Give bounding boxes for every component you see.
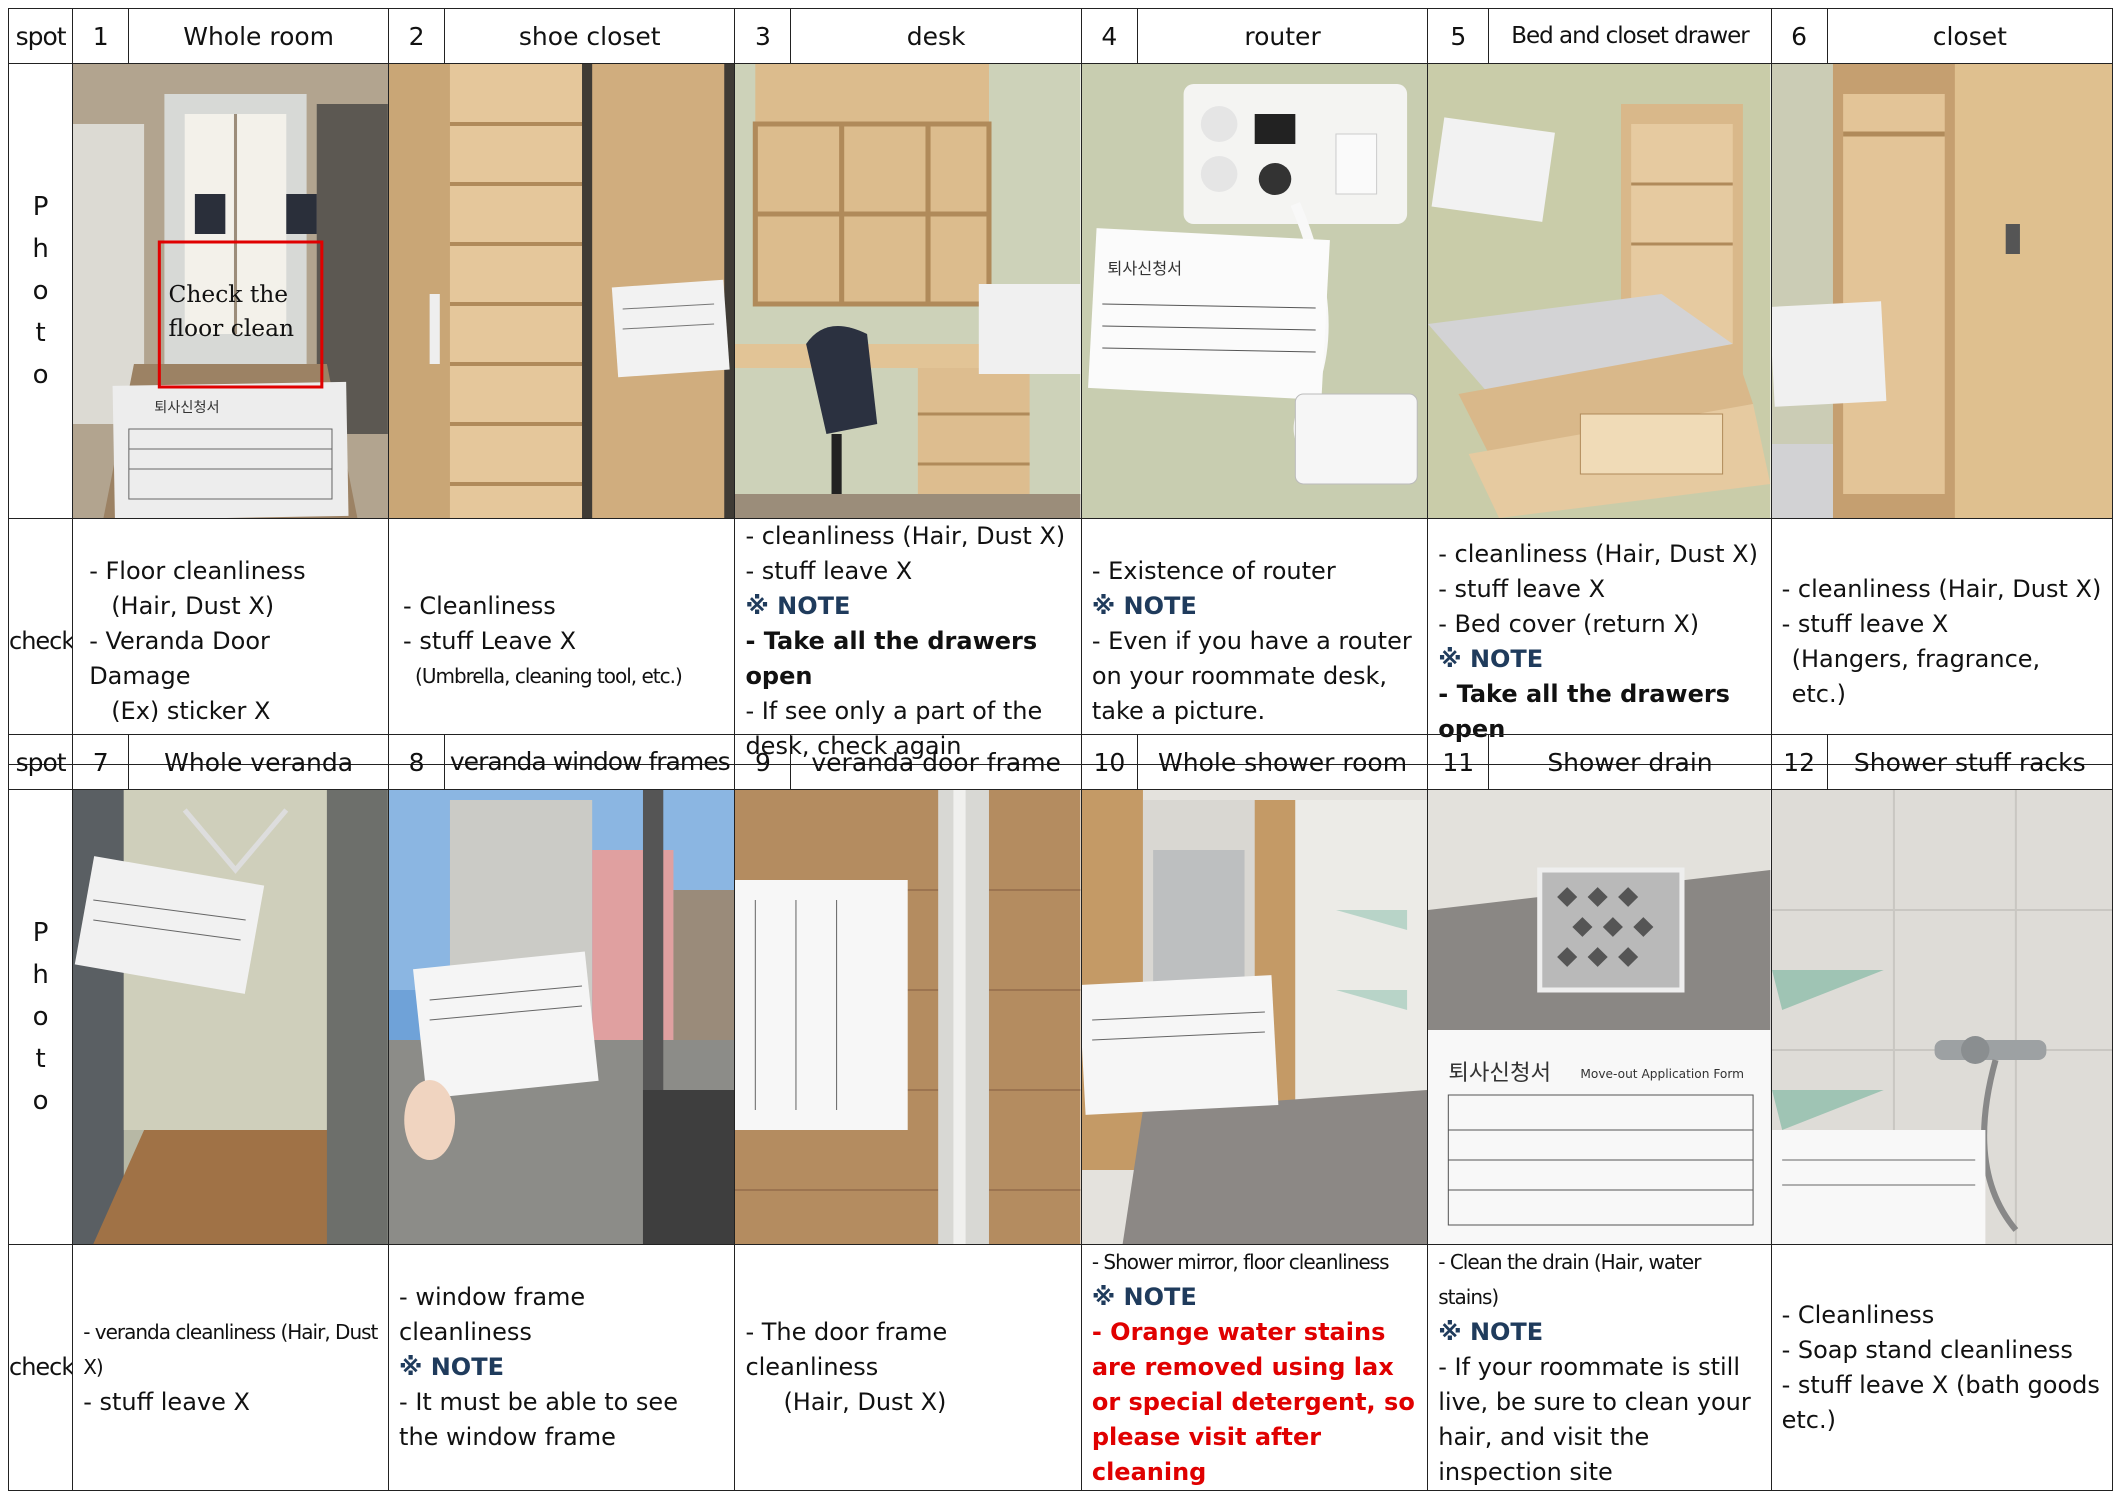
- check-label: check: [7, 518, 74, 765]
- check-cell: - veranda cleanliness (Hair, Dust X) - s…: [72, 1244, 390, 1491]
- photo-shower-racks: [1770, 789, 2113, 1245]
- photo-row: Photo 퇴사신청서 Check the floor clean 퇴사신청서: [7, 63, 2113, 519]
- spot-label: spot: [7, 734, 74, 790]
- photo-shower-drain: 퇴사신청서 Move-out Application Form: [1427, 789, 1772, 1245]
- spot-number: 10: [1080, 734, 1138, 790]
- spot-number: 9: [734, 734, 792, 790]
- check-row: check - Floor cleanliness (Hair, Dust X)…: [7, 518, 2113, 765]
- photo-bed-drawer: [1427, 63, 1772, 519]
- photo-whole-veranda: [72, 789, 390, 1245]
- spot-name: shoe closet: [444, 8, 736, 64]
- photo-label: Photo: [7, 789, 74, 1245]
- check-cell: - Floor cleanliness (Hair, Dust X) - Ver…: [72, 518, 390, 765]
- spot-number: 12: [1770, 734, 1828, 790]
- spot-name: closet: [1826, 8, 2113, 64]
- spot-number: 4: [1080, 8, 1138, 64]
- checklist-table-bottom: spot 7 Whole veranda 8 veranda window fr…: [7, 734, 2113, 1491]
- photo-closet: [1770, 63, 2113, 519]
- check-cell: - cleanliness (Hair, Dust X) - stuff lea…: [734, 518, 1082, 765]
- spot-name: Whole shower room: [1136, 734, 1429, 790]
- spot-number: 5: [1427, 8, 1490, 64]
- check-cell: - Shower mirror, floor cleanliness ※ NOT…: [1080, 1244, 1429, 1491]
- photo-router: 퇴사신청서: [1080, 63, 1429, 519]
- svg-text:퇴사신청서: 퇴사신청서: [1449, 1060, 1552, 1086]
- header-row: spot 1 Whole room 2 shoe closet 3 desk 4…: [7, 8, 2113, 64]
- photo-label: Photo: [7, 63, 74, 519]
- photo-shower-room: [1080, 789, 1429, 1245]
- check-cell: - Existence of router ※ NOTE - Even if y…: [1080, 518, 1429, 765]
- photo-window-frames: [388, 789, 736, 1245]
- spot-label: spot: [7, 8, 74, 64]
- check-cell: - Cleanliness - stuff Leave X (Umbrella,…: [388, 518, 736, 765]
- spot-number: 11: [1427, 734, 1490, 790]
- spot-name: Whole veranda: [128, 734, 390, 790]
- spot-number: 6: [1770, 8, 1828, 64]
- spot-number: 1: [72, 8, 130, 64]
- checklist-table-top: spot 1 Whole room 2 shoe closet 3 desk 4…: [7, 8, 2113, 765]
- spot-name: Bed and closet drawer: [1488, 8, 1772, 64]
- check-cell: - Clean the drain (Hair, water stains) ※…: [1427, 1244, 1772, 1491]
- spot-number: 7: [72, 734, 130, 790]
- header-row: spot 7 Whole veranda 8 veranda window fr…: [7, 734, 2113, 790]
- check-cell: - window frame cleanliness ※ NOTE - It m…: [388, 1244, 736, 1491]
- spot-name: veranda door frame: [790, 734, 1082, 790]
- svg-text:퇴사신청서: 퇴사신청서: [1107, 259, 1182, 278]
- overlay-text-2: floor clean: [169, 315, 295, 342]
- svg-text:Move-out Application Form: Move-out Application Form: [1581, 1067, 1745, 1081]
- check-row: check - veranda cleanliness (Hair, Dust …: [7, 1244, 2113, 1491]
- check-cell: - Cleanliness - Soap stand cleanliness -…: [1770, 1244, 2113, 1491]
- spot-name: Shower stuff racks: [1826, 734, 2113, 790]
- spot-number: 8: [388, 734, 446, 790]
- svg-text:퇴사신청서: 퇴사신청서: [154, 400, 219, 416]
- photo-row: Photo 퇴사신청서 Move-out Application Form: [7, 789, 2113, 1245]
- photo-door-frame: [734, 789, 1082, 1245]
- spot-name: router: [1136, 8, 1429, 64]
- spot-number: 2: [388, 8, 446, 64]
- spot-name: Whole room: [128, 8, 390, 64]
- spot-number: 3: [734, 8, 792, 64]
- overlay-text-1: Check the: [169, 281, 289, 308]
- spot-name: Shower drain: [1488, 734, 1772, 790]
- photo-whole-room: 퇴사신청서 Check the floor clean: [72, 63, 390, 519]
- check-cell: - cleanliness (Hair, Dust X) - stuff lea…: [1427, 518, 1772, 765]
- check-cell: - The door frame cleanliness (Hair, Dust…: [734, 1244, 1082, 1491]
- photo-shoe-closet: [388, 63, 736, 519]
- check-label: check: [7, 1244, 74, 1491]
- spot-name: veranda window frames: [444, 734, 736, 790]
- photo-desk: [734, 63, 1082, 519]
- spot-name: desk: [790, 8, 1082, 64]
- check-cell: - cleanliness (Hair, Dust X) - stuff lea…: [1770, 518, 2113, 765]
